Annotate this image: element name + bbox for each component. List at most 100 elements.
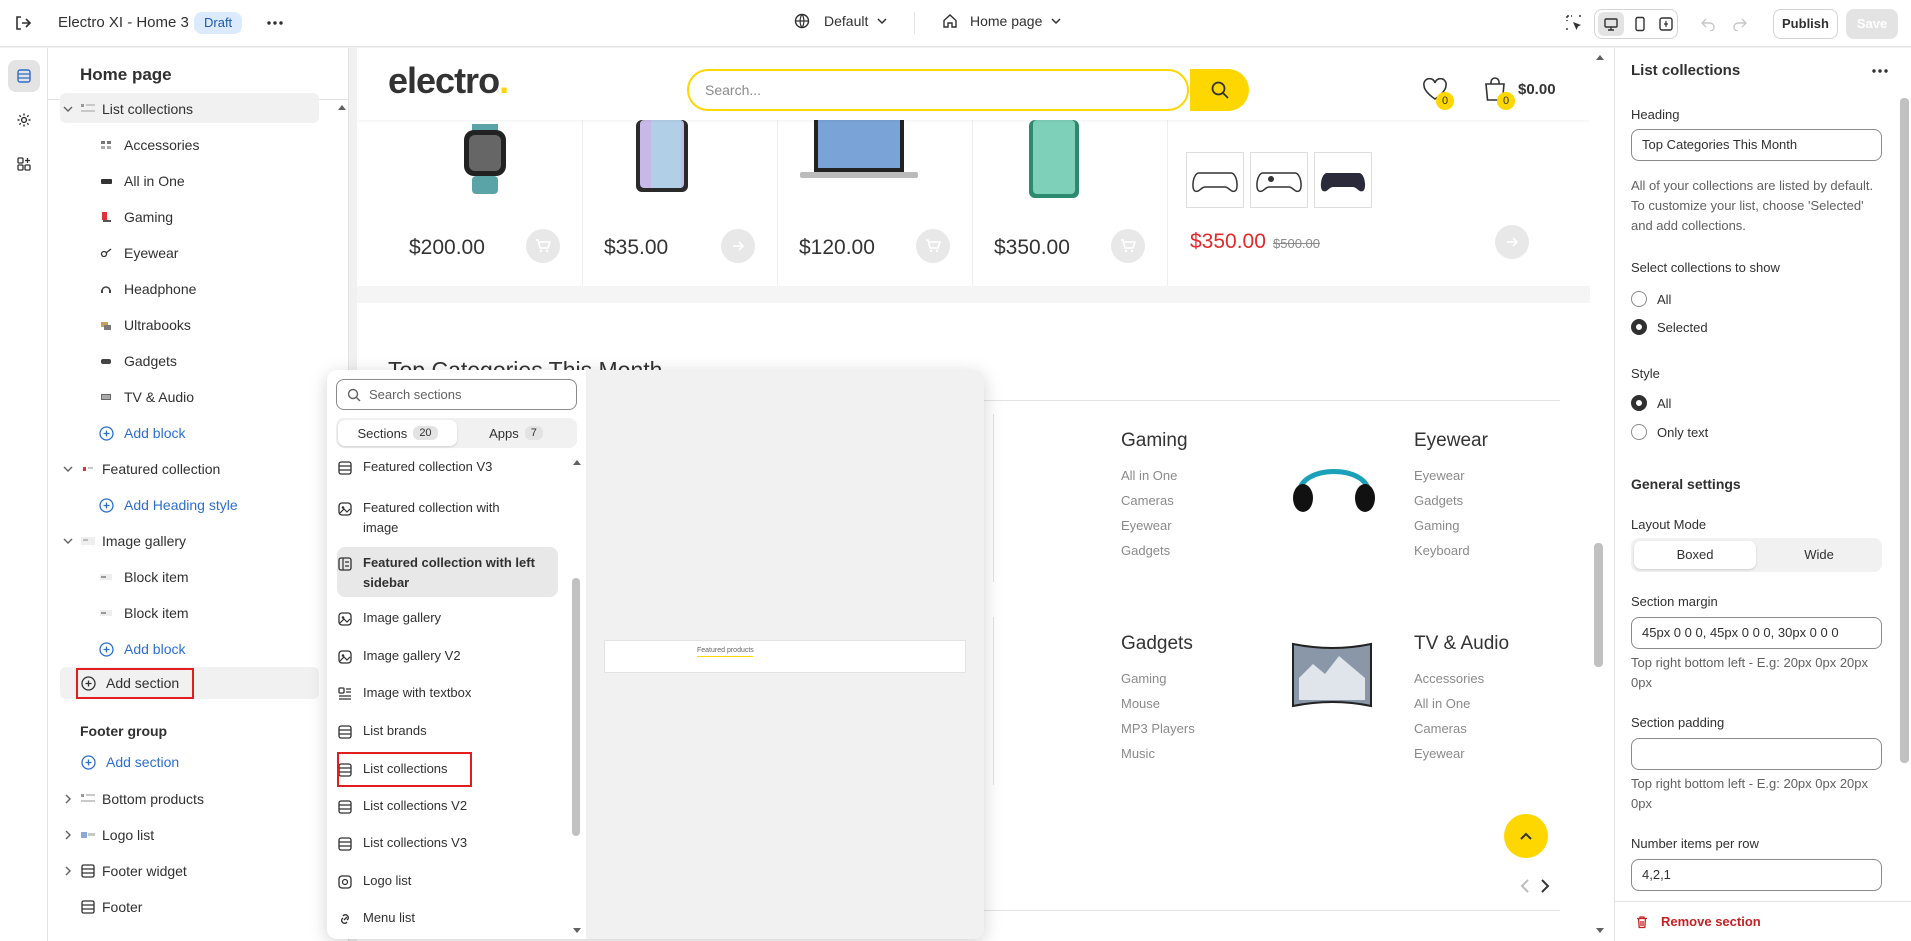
category-link[interactable]: Keyboard [1414,543,1470,558]
chevron-right-icon[interactable] [62,865,74,877]
page-select[interactable]: Home page [942,13,1062,29]
scroll-up-arrow-icon[interactable] [573,459,581,465]
category-link[interactable]: Eyewear [1121,518,1172,533]
radio-style-only-text[interactable]: Only text [1631,424,1708,440]
mobile-icon[interactable] [1630,12,1650,36]
section-option[interactable]: Image gallery [337,610,562,627]
section-option[interactable]: Logo list [337,873,562,890]
category-link[interactable]: Music [1121,746,1155,761]
add-to-cart-icon[interactable] [526,229,560,263]
theme-select[interactable]: Default [794,13,888,29]
tree-block-item[interactable]: Eyewear [98,237,178,269]
store-search-input[interactable]: Search... [705,82,761,98]
layout-boxed-option[interactable]: Boxed [1634,541,1756,569]
chevron-down-icon[interactable] [62,103,74,115]
tab-sections[interactable]: Sections 20 [338,420,457,446]
category-link[interactable]: Cameras [1121,493,1174,508]
category-link[interactable]: Eyewear [1414,746,1465,761]
category-link[interactable]: Accessories [1414,671,1484,686]
preview-scrollbar-track[interactable] [1590,48,1614,941]
tree-section-featured-collection[interactable]: Featured collection [80,453,220,485]
add-heading-style-button[interactable]: Add Heading style [98,489,238,521]
scroll-up-arrow-icon[interactable] [338,104,346,110]
tree-block-item[interactable]: Accessories [98,129,199,161]
tree-section-logo-list[interactable]: Logo list [80,819,154,851]
gamepad-thumb-icon[interactable] [1250,152,1308,208]
section-padding-input[interactable] [1631,738,1882,770]
section-option[interactable]: Image with textbox [337,685,562,702]
gamepad-thumb-icon[interactable] [1314,152,1372,208]
section-margin-input[interactable]: 45px 0 0 0, 45px 0 0 0, 30px 0 0 0 [1631,617,1882,649]
list-scrollbar-track[interactable] [570,456,582,939]
remove-section-button[interactable]: Remove section [1635,914,1761,929]
tree-block-item[interactable]: Block item [98,561,189,593]
settings-gear-icon[interactable] [8,104,40,136]
redo-icon[interactable] [1732,15,1748,31]
scroll-up-arrow-icon[interactable] [1596,54,1604,60]
product-card[interactable]: $350.00 [973,120,1168,286]
store-search-button[interactable] [1190,69,1249,111]
desktop-icon[interactable] [1598,12,1624,36]
category-title[interactable]: Gadgets [1121,633,1193,655]
store-logo[interactable]: electro. [388,60,509,102]
tree-block-item[interactable]: Headphone [98,273,196,305]
section-option[interactable]: List collections V3 [337,835,562,852]
preview-scrollbar-thumb[interactable] [1594,543,1603,667]
section-option[interactable]: Image gallery V2 [337,648,562,665]
add-block-button[interactable]: Add block [98,633,185,665]
items-per-row-input[interactable]: 4,2,1 [1631,859,1882,891]
add-to-cart-icon[interactable] [1111,229,1145,263]
category-link[interactable]: Eyewear [1414,468,1465,483]
tree-block-item[interactable]: Ultrabooks [98,309,191,341]
category-link[interactable]: Cameras [1414,721,1467,736]
carousel-prev-icon[interactable] [1520,878,1530,894]
section-option[interactable]: Featured collection with left sidebar [337,553,562,593]
publish-button[interactable]: Publish [1773,9,1838,39]
tree-block-item[interactable]: Gadgets [98,345,177,377]
scroll-down-arrow-icon[interactable] [573,928,581,934]
tree-block-item[interactable]: All in One [98,165,185,197]
add-block-button[interactable]: Add block [98,417,185,449]
app-blocks-icon[interactable] [8,148,40,180]
arrow-right-icon[interactable] [1495,225,1529,259]
category-link[interactable]: All in One [1121,468,1177,483]
list-scrollbar-thumb[interactable] [572,578,580,836]
product-card[interactable]: $200.00 [388,120,583,286]
category-title[interactable]: Eyewear [1414,430,1488,452]
chevron-down-icon[interactable] [62,463,74,475]
product-card[interactable]: $120.00 [778,120,973,286]
heading-input[interactable]: Top Categories This Month [1631,129,1882,161]
section-option[interactable]: Featured collection with image [337,498,562,538]
undo-icon[interactable] [1700,15,1716,31]
section-option[interactable]: Menu list [337,910,562,927]
inspector-icon[interactable] [1565,14,1583,32]
section-option[interactable]: List brands [337,723,562,740]
chevron-down-icon[interactable] [62,535,74,547]
tree-block-item[interactable]: Block item [98,597,189,629]
category-link[interactable]: MP3 Players [1121,721,1195,736]
tab-apps[interactable]: Apps 7 [457,420,575,446]
settings-scrollbar-thumb[interactable] [1900,98,1909,763]
category-link[interactable]: Gadgets [1121,543,1170,558]
category-link[interactable]: Gaming [1121,671,1167,686]
save-button[interactable]: Save [1846,9,1898,39]
more-options-icon[interactable] [1871,62,1889,80]
tree-section-footer[interactable]: Footer [80,891,142,923]
featured-product-card[interactable]: $350.00 $500.00 [1168,120,1558,286]
add-to-cart-icon[interactable] [916,229,950,263]
category-link[interactable]: Gaming [1414,518,1460,533]
gamepad-thumb-icon[interactable] [1186,152,1244,208]
back-to-top-icon[interactable] [1504,814,1548,858]
category-link[interactable]: Gadgets [1414,493,1463,508]
footer-add-section-button[interactable]: Add section [80,746,179,778]
tree-block-item[interactable]: TV & Audio [98,381,194,413]
category-title[interactable]: TV & Audio [1414,633,1509,655]
category-title[interactable]: Gaming [1121,430,1188,452]
scroll-down-arrow-icon[interactable] [1596,928,1604,934]
fullscreen-icon[interactable] [1656,12,1676,36]
radio-style-all[interactable]: All [1631,395,1671,411]
radio-collections-all[interactable]: All [1631,291,1671,307]
exit-icon[interactable] [14,14,32,32]
product-card[interactable]: $35.00 [583,120,778,286]
search-sections-input[interactable]: Search sections [336,379,577,410]
